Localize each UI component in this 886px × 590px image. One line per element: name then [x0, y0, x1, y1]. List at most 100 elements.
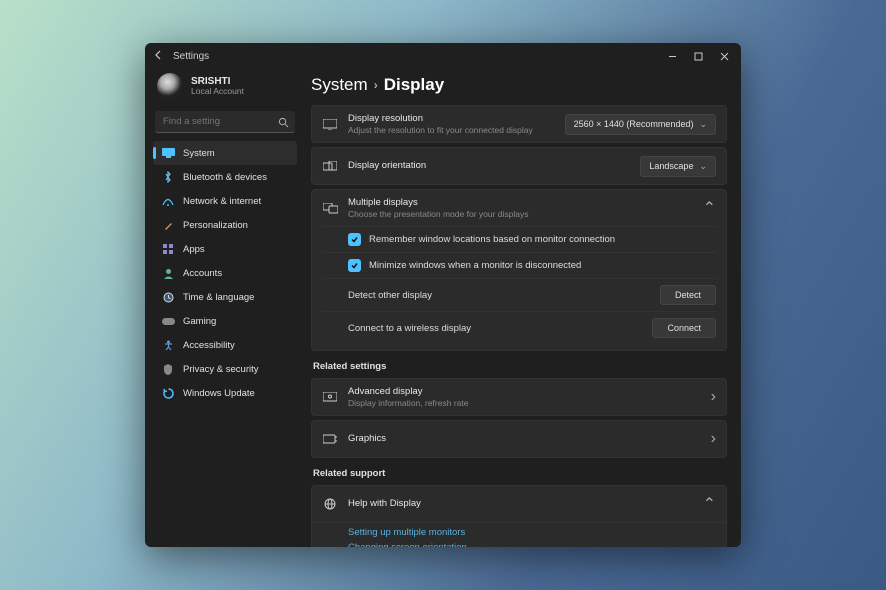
chevron-up-icon: ⌃ [703, 494, 716, 514]
avatar [157, 73, 183, 99]
nav-item-system[interactable]: System [153, 141, 297, 165]
connect-button[interactable]: Connect [652, 318, 716, 338]
time-icon [161, 290, 175, 304]
app-title: Settings [169, 51, 659, 62]
resolution-row: Display resolution Adjust the resolution… [311, 105, 727, 143]
nav-item-personalization[interactable]: Personalization [153, 213, 297, 237]
multiple-displays-header[interactable]: Multiple displays Choose the presentatio… [312, 190, 726, 226]
related-support-heading: Related support [313, 468, 727, 479]
nav-item-gaming[interactable]: Gaming [153, 309, 297, 333]
back-button[interactable] [149, 50, 169, 63]
resolution-icon [322, 116, 338, 132]
personalization-icon [161, 218, 175, 232]
minimize-windows-option[interactable]: Minimize windows when a monitor is disco… [322, 252, 716, 278]
gaming-icon [161, 314, 175, 328]
action-label: Detect other display [348, 290, 432, 301]
accounts-icon [161, 266, 175, 280]
advanced-display-row[interactable]: Advanced display Display information, re… [311, 378, 727, 416]
row-title: Graphics [348, 433, 701, 444]
main-content[interactable]: System › Display Display resolution Adju… [303, 69, 741, 547]
row-title: Display orientation [348, 160, 630, 171]
nav-item-time[interactable]: Time & language [153, 285, 297, 309]
graphics-row[interactable]: Graphics › [311, 420, 727, 458]
orientation-icon [322, 158, 338, 174]
maximize-button[interactable] [685, 45, 711, 67]
row-sub: Adjust the resolution to fit your connec… [348, 125, 555, 135]
nav-label: Windows Update [183, 388, 255, 399]
settings-window: Settings SRISHTI Local Account [145, 43, 741, 547]
search-input[interactable] [155, 111, 295, 133]
system-icon [161, 146, 175, 160]
close-button[interactable] [711, 45, 737, 67]
wireless-display-row: Connect to a wireless display Connect [322, 311, 716, 344]
nav-item-network[interactable]: Network & internet [153, 189, 297, 213]
orientation-row: Display orientation Landscape ⌄ [311, 147, 727, 185]
network-icon [161, 194, 175, 208]
related-settings-heading: Related settings [313, 361, 727, 372]
sidebar: SRISHTI Local Account System Bluetooth &… [145, 69, 303, 547]
nav-label: Bluetooth & devices [183, 172, 267, 183]
nav-label: System [183, 148, 215, 159]
action-label: Connect to a wireless display [348, 323, 471, 334]
nav-item-privacy[interactable]: Privacy & security [153, 357, 297, 381]
chevron-down-icon: ⌄ [699, 161, 707, 172]
breadcrumb: System › Display [311, 69, 727, 105]
row-title: Multiple displays [348, 197, 693, 208]
help-icon [322, 496, 338, 512]
nav-label: Gaming [183, 316, 216, 327]
chevron-down-icon: ⌄ [699, 119, 707, 130]
resolution-dropdown[interactable]: 2560 × 1440 (Recommended) ⌄ [565, 114, 716, 135]
breadcrumb-current: Display [384, 75, 444, 95]
profile[interactable]: SRISHTI Local Account [153, 69, 297, 109]
search-box[interactable] [155, 111, 295, 133]
update-icon [161, 386, 175, 400]
help-link-monitors[interactable]: Setting up multiple monitors [348, 527, 716, 538]
chevron-right-icon: › [711, 388, 716, 406]
nav-item-update[interactable]: Windows Update [153, 381, 297, 405]
profile-sub: Local Account [191, 87, 244, 96]
row-sub: Display information, refresh rate [348, 398, 701, 408]
row-sub: Choose the presentation mode for your di… [348, 209, 693, 219]
nav-item-accounts[interactable]: Accounts [153, 261, 297, 285]
chevron-up-icon: ⌃ [703, 198, 716, 218]
nav-label: Time & language [183, 292, 254, 303]
nav-label: Network & internet [183, 196, 261, 207]
row-title: Help with Display [348, 498, 693, 509]
nav-item-apps[interactable]: Apps [153, 237, 297, 261]
checkbox-checked-icon[interactable] [348, 259, 361, 272]
nav-label: Accounts [183, 268, 222, 279]
nav-item-accessibility[interactable]: Accessibility [153, 333, 297, 357]
advanced-display-icon [322, 389, 338, 405]
breadcrumb-parent[interactable]: System [311, 75, 368, 95]
help-link-orientation[interactable]: Changing screen orientation [348, 542, 716, 547]
multiple-displays-card: Multiple displays Choose the presentatio… [311, 189, 727, 351]
minimize-button[interactable] [659, 45, 685, 67]
nav-item-bluetooth[interactable]: Bluetooth & devices [153, 165, 297, 189]
orientation-dropdown[interactable]: Landscape ⌄ [640, 156, 716, 177]
nav-label: Accessibility [183, 340, 235, 351]
nav-label: Personalization [183, 220, 248, 231]
graphics-icon [322, 431, 338, 447]
row-title: Display resolution [348, 113, 555, 124]
option-label: Minimize windows when a monitor is disco… [369, 260, 581, 271]
multiple-displays-icon [322, 200, 338, 216]
detect-button[interactable]: Detect [660, 285, 716, 305]
checkbox-checked-icon[interactable] [348, 233, 361, 246]
option-label: Remember window locations based on monit… [369, 234, 615, 245]
dropdown-value: Landscape [649, 161, 693, 171]
help-header[interactable]: Help with Display ⌃ [312, 486, 726, 522]
bluetooth-icon [161, 170, 175, 184]
titlebar: Settings [145, 43, 741, 69]
chevron-right-icon: › [374, 78, 378, 92]
row-title: Advanced display [348, 386, 701, 397]
nav-label: Privacy & security [183, 364, 259, 375]
accessibility-icon [161, 338, 175, 352]
nav: System Bluetooth & devices Network & int… [153, 141, 297, 405]
help-card: Help with Display ⌃ Setting up multiple … [311, 485, 727, 547]
nav-label: Apps [183, 244, 205, 255]
dropdown-value: 2560 × 1440 (Recommended) [574, 119, 694, 129]
apps-icon [161, 242, 175, 256]
privacy-icon [161, 362, 175, 376]
remember-locations-option[interactable]: Remember window locations based on monit… [322, 226, 716, 252]
detect-display-row: Detect other display Detect [322, 278, 716, 311]
